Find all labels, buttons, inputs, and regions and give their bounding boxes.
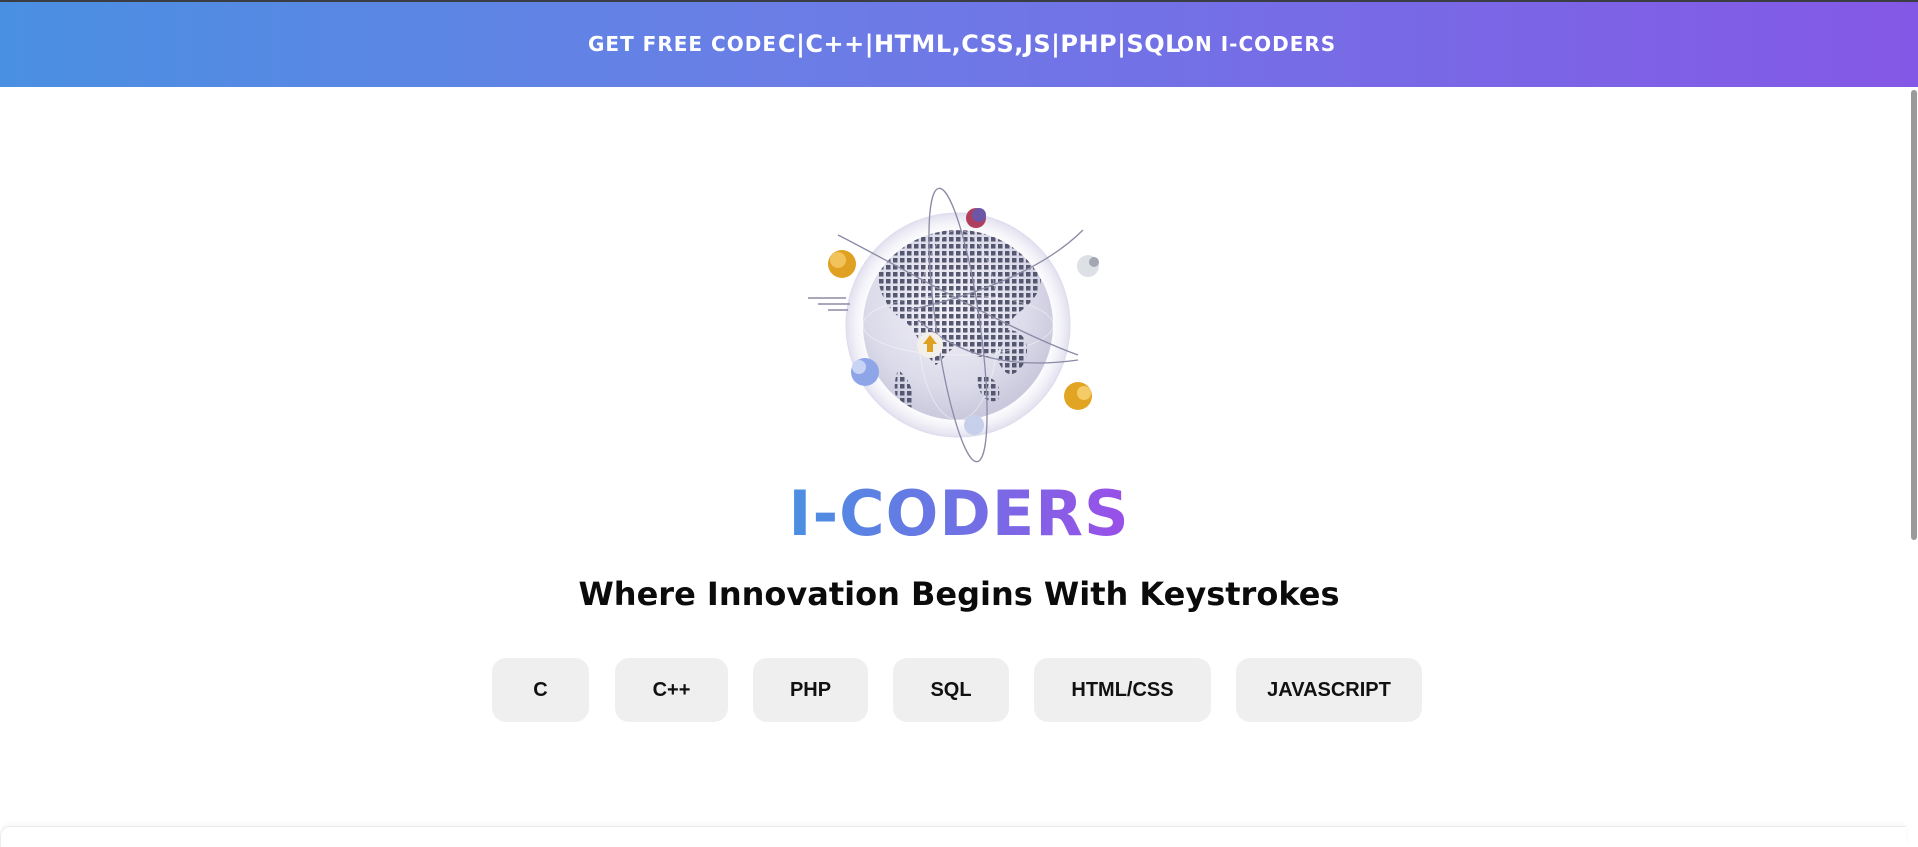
language-button-sql[interactable]: SQL: [893, 658, 1009, 722]
language-button-c[interactable]: C: [492, 658, 589, 722]
language-button-php[interactable]: PHP: [753, 658, 868, 722]
language-button-html-css[interactable]: HTML/CSS: [1034, 658, 1211, 722]
globe-icon: [808, 180, 1108, 465]
language-button-javascript[interactable]: JAVASCRIPT: [1236, 658, 1422, 722]
language-button-cpp[interactable]: C++: [615, 658, 728, 722]
top-banner: GET FREE CODE C|C++|HTML,CSS,JS|PHP|SQL …: [0, 2, 1918, 87]
tagline: Where Innovation Begins With Keystrokes: [578, 575, 1340, 613]
banner-get-free-code: GET FREE CODE: [588, 32, 777, 56]
brand-title: I-CODERS: [0, 472, 1918, 556]
content-card-top: [0, 826, 1906, 847]
banner-languages: C|C++|HTML,CSS,JS|PHP|SQL: [778, 30, 1181, 58]
banner-on-icoders: ON I-CODERS: [1177, 32, 1337, 56]
brand-text: I-CODERS: [788, 477, 1130, 550]
